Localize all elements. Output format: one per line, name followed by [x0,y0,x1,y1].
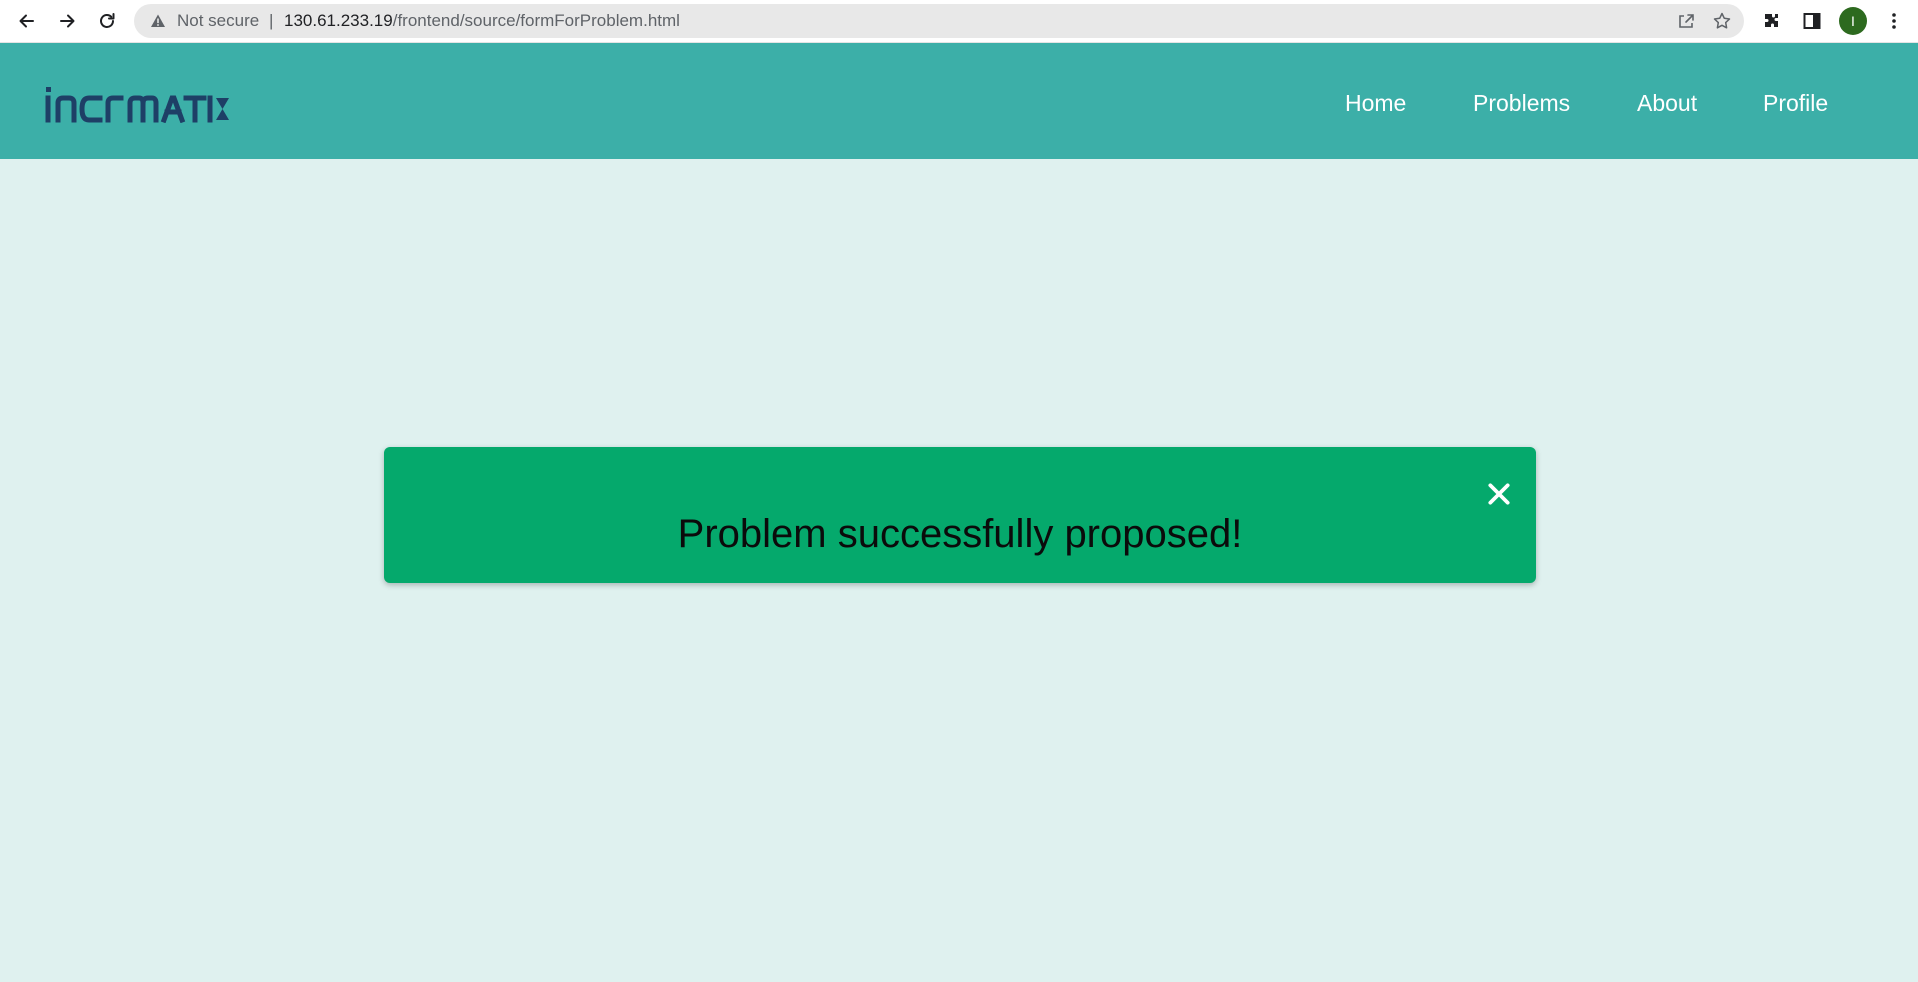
reload-icon [100,13,115,28]
informatix-logo-icon [45,87,229,124]
site-header: Home Problems About Profile [0,43,1918,159]
url-path: /frontend/source/formForProblem.html [392,11,680,30]
address-bar[interactable]: Not secure | 130.61.233.19/frontend/sour… [134,4,1744,38]
url-separator: | [269,11,274,30]
security-label[interactable]: Not secure [177,12,259,30]
bookmark-star-icon[interactable] [1712,11,1732,31]
success-alert: Problem successfully proposed! [384,447,1536,583]
nav-about[interactable]: About [1637,89,1697,117]
close-alert-button[interactable] [1484,479,1514,509]
reload-button[interactable] [92,7,122,35]
page-body: Problem successfully proposed! [0,159,1918,982]
alert-message: Problem successfully proposed! [677,512,1243,556]
nav-home[interactable]: Home [1345,89,1406,117]
forward-button[interactable] [52,7,82,35]
side-panel-icon[interactable] [1800,9,1824,33]
arrow-left-icon [19,14,34,28]
url-host: 130.61.233.19 [284,11,393,30]
arrow-right-icon [60,14,75,28]
site-logo[interactable] [44,87,230,124]
nav-profile[interactable]: Profile [1763,89,1828,117]
warning-icon [151,14,165,27]
nav-problems[interactable]: Problems [1473,89,1570,117]
profile-avatar[interactable]: I [1839,7,1867,35]
url-text[interactable]: 130.61.233.19/frontend/source/formForPro… [284,12,680,30]
extensions-icon[interactable] [1760,9,1784,33]
menu-kebab-icon[interactable] [1882,9,1906,33]
back-button[interactable] [12,7,42,35]
browser-toolbar: Not secure | 130.61.233.19/frontend/sour… [0,0,1918,43]
close-icon [1488,483,1510,505]
share-icon[interactable] [1676,11,1696,31]
